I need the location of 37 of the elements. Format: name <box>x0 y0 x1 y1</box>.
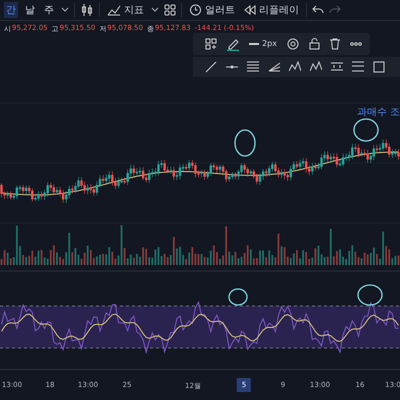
caret-icon[interactable] <box>151 6 159 13</box>
fan-lines-icon[interactable] <box>268 61 280 72</box>
timeframe-button[interactable]: 간 <box>4 2 18 18</box>
replay-button[interactable]: 리플레이 <box>242 2 301 17</box>
grid-icon[interactable] <box>164 4 176 16</box>
range-icon[interactable] <box>331 61 344 72</box>
redo-icon[interactable] <box>329 4 341 15</box>
line-width-button[interactable]: 2px <box>249 39 277 48</box>
line-icon <box>249 42 260 46</box>
circle-annotation <box>234 129 256 157</box>
trend-line-icon[interactable] <box>205 60 218 73</box>
candlestick-icon[interactable] <box>80 2 94 17</box>
more-icon[interactable] <box>350 42 362 46</box>
alert-button[interactable]: 얼러트 <box>187 2 237 17</box>
indicators-button[interactable]: 지표 <box>105 2 146 17</box>
clock-icon <box>189 3 202 16</box>
lock-icon[interactable] <box>309 38 320 50</box>
circle-annotation <box>353 118 379 142</box>
timeframe-button[interactable]: 주 <box>42 2 56 18</box>
timeframe-button[interactable]: 날 <box>23 2 37 18</box>
rectangle-icon[interactable] <box>373 60 386 73</box>
circle-annotation <box>357 284 383 306</box>
settings-icon[interactable] <box>287 38 299 50</box>
zigzag-icon[interactable] <box>289 61 302 72</box>
horizontal-ray-icon[interactable] <box>226 64 238 70</box>
zigzag-icon[interactable] <box>310 61 322 72</box>
range-icon[interactable] <box>352 61 364 72</box>
annotation-text: 과매수 조 <box>357 106 400 118</box>
trash-icon[interactable] <box>330 38 340 50</box>
rewind-icon <box>244 4 256 15</box>
line-chart-icon <box>107 4 121 16</box>
grid-plus-icon[interactable] <box>205 38 218 50</box>
parallel-lines-icon[interactable] <box>247 61 260 72</box>
pencil-icon[interactable] <box>227 36 240 51</box>
undo-icon[interactable] <box>312 4 324 15</box>
circle-annotation <box>228 288 248 306</box>
caret-icon[interactable] <box>61 6 69 13</box>
